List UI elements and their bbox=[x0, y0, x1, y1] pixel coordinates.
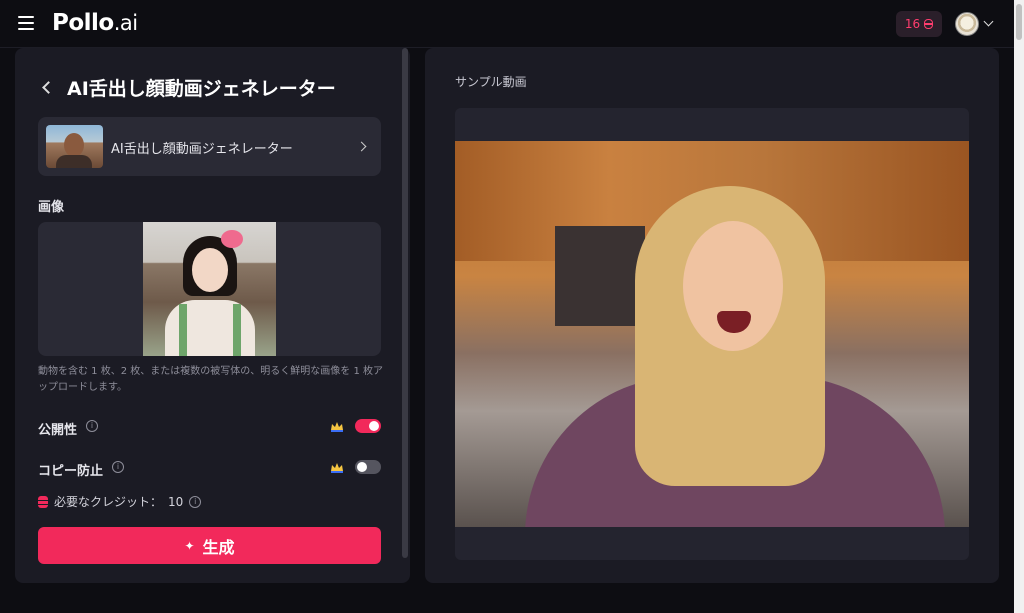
generate-button[interactable]: ✦ 生成 bbox=[38, 527, 381, 564]
generate-button-label: 生成 bbox=[202, 537, 235, 557]
uploaded-image bbox=[143, 222, 276, 356]
public-label: 公開性 bbox=[38, 423, 78, 438]
tool-selector-label: AI舌出し顔動画ジェネレーター bbox=[111, 142, 293, 157]
chevron-right-icon bbox=[356, 141, 367, 152]
info-icon[interactable]: i bbox=[86, 420, 98, 432]
credits-required-label: 必要なクレジット： bbox=[54, 495, 163, 509]
logo[interactable]: Pollo.ai bbox=[52, 10, 138, 36]
page-title: AI舌出し顔動画ジェネレーター bbox=[67, 78, 336, 100]
logo-suffix: .ai bbox=[113, 11, 138, 35]
video-player[interactable] bbox=[455, 108, 969, 560]
credits-required: 必要なクレジット： 10 i bbox=[38, 493, 202, 510]
public-toggle[interactable] bbox=[355, 419, 381, 433]
tool-thumbnail bbox=[46, 125, 103, 168]
copy-protect-toggle[interactable] bbox=[355, 460, 381, 474]
tool-selector[interactable]: AI舌出し顔動画ジェネレーター bbox=[38, 117, 381, 176]
avatar[interactable] bbox=[955, 12, 979, 36]
panel-scrollbar[interactable] bbox=[402, 48, 408, 558]
sample-video[interactable] bbox=[455, 141, 969, 527]
database-icon bbox=[38, 495, 48, 508]
logo-main: Pollo bbox=[52, 10, 114, 36]
top-bar: Pollo.ai 16 bbox=[0, 0, 1024, 48]
credits-required-value: 10 bbox=[168, 494, 184, 509]
upload-hint: 動物を含む 1 枚、2 枚、または複数の被写体の、明るく鮮明な画像を 1 枚アッ… bbox=[38, 366, 383, 393]
coin-icon bbox=[924, 19, 934, 29]
page-scrollbar[interactable] bbox=[1014, 0, 1024, 613]
copy-protect-label: コピー防止 bbox=[38, 464, 104, 479]
sparkle-icon: ✦ bbox=[184, 538, 195, 553]
image-upload-area[interactable] bbox=[38, 222, 381, 356]
credits-count: 16 bbox=[904, 17, 921, 31]
menu-icon[interactable] bbox=[18, 16, 34, 30]
crown-icon bbox=[331, 463, 343, 473]
chevron-down-icon[interactable] bbox=[983, 16, 994, 27]
info-icon[interactable]: i bbox=[112, 461, 124, 473]
sample-video-label: サンプル動画 bbox=[455, 75, 527, 89]
info-icon[interactable]: i bbox=[189, 495, 202, 508]
crown-icon bbox=[331, 422, 343, 432]
scrollbar-thumb[interactable] bbox=[1016, 4, 1022, 40]
credits-badge[interactable]: 16 bbox=[896, 11, 942, 37]
image-section-label: 画像 bbox=[38, 200, 65, 215]
